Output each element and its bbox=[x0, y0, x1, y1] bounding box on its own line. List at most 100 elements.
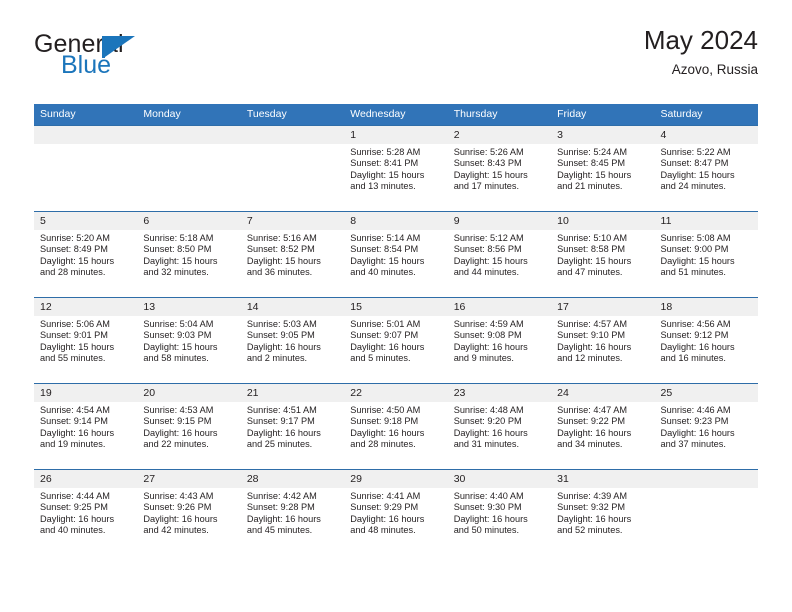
day-detail-line: and 9 minutes. bbox=[453, 353, 514, 364]
calendar-day-cell[interactable]: 17 Sunrise: 4:57 AM Sunset: 9:10 PM Dayligh… bbox=[551, 297, 655, 384]
calendar-day-cell[interactable]: 27 Sunrise: 4:43 AM Sunset: 9:26 PM Dayligh… bbox=[137, 469, 241, 555]
calendar-day-cell[interactable]: 1 Sunrise: 5:28 AM Sunset: 8:41 PM Daylight… bbox=[344, 125, 448, 212]
calendar-day-cell[interactable]: 26 Sunrise: 4:44 AM Sunset: 9:25 PM Dayligh… bbox=[34, 469, 138, 555]
day-number: 10 bbox=[551, 212, 655, 230]
calendar-day-cell[interactable]: 20 Sunrise: 4:53 AM Sunset: 9:15 PM Dayligh… bbox=[137, 383, 241, 470]
day-number: 8 bbox=[344, 212, 448, 230]
weekday-header-sunday: Sunday bbox=[34, 104, 138, 126]
day-detail-line: Sunrise: 4:46 AM bbox=[660, 405, 731, 415]
day-detail-line: Sunrise: 4:53 AM bbox=[143, 405, 214, 415]
day-number: 28 bbox=[240, 470, 345, 488]
calendar-day-cell[interactable]: 29 Sunrise: 4:41 AM Sunset: 9:29 PM Dayligh… bbox=[344, 469, 448, 555]
location-subtitle: Azovo, Russia bbox=[671, 61, 758, 77]
calendar-day-cell[interactable]: 16 Sunrise: 4:59 AM Sunset: 9:08 PM Dayligh… bbox=[447, 297, 552, 384]
day-cell-inner: 4 Sunrise: 5:22 AM Sunset: 8:47 PM Daylight… bbox=[654, 126, 758, 211]
calendar-day-cell[interactable]: 22 Sunrise: 4:50 AM Sunset: 9:18 PM Dayligh… bbox=[344, 383, 448, 470]
page-header: General Blue May 2024 Azovo, Russia bbox=[0, 0, 792, 78]
calendar-day-cell[interactable] bbox=[34, 125, 138, 212]
day-detail-line: Sunrise: 4:56 AM bbox=[660, 319, 731, 329]
calendar-day-cell[interactable]: 9 Sunrise: 5:12 AM Sunset: 8:56 PM Daylight… bbox=[447, 211, 552, 298]
day-detail-line: Daylight: 15 hours bbox=[350, 255, 425, 266]
calendar-day-cell[interactable]: 4 Sunrise: 5:22 AM Sunset: 8:47 PM Daylight… bbox=[654, 125, 758, 212]
calendar-day-cell[interactable]: 15 Sunrise: 5:01 AM Sunset: 9:07 PM Dayligh… bbox=[344, 297, 448, 384]
calendar-day-cell[interactable] bbox=[654, 469, 758, 555]
day-number bbox=[34, 126, 138, 144]
day-detail-line: Daylight: 16 hours bbox=[246, 427, 321, 438]
calendar-day-cell[interactable]: 21 Sunrise: 4:51 AM Sunset: 9:17 PM Dayligh… bbox=[240, 383, 345, 470]
day-detail-line: Sunset: 9:18 PM bbox=[350, 416, 419, 427]
day-cell-inner: 6 Sunrise: 5:18 AM Sunset: 8:50 PM Daylight… bbox=[137, 212, 241, 297]
day-detail-line: Sunrise: 4:42 AM bbox=[246, 491, 317, 501]
day-cell-inner: 24 Sunrise: 4:47 AM Sunset: 9:22 PM Dayligh… bbox=[551, 384, 655, 469]
day-detail-line: Sunset: 8:47 PM bbox=[660, 158, 729, 169]
day-details: Sunrise: 4:46 AM Sunset: 9:23 PM Daylight:… bbox=[655, 402, 758, 451]
day-detail-line: Sunset: 9:15 PM bbox=[143, 416, 212, 427]
calendar-day-cell[interactable]: 3 Sunrise: 5:24 AM Sunset: 8:45 PM Daylight… bbox=[551, 125, 655, 212]
day-detail-line: Sunset: 9:25 PM bbox=[40, 502, 108, 513]
day-detail-line: Daylight: 16 hours bbox=[557, 513, 632, 524]
day-detail-line: Sunrise: 4:44 AM bbox=[40, 491, 110, 501]
day-detail-line: and 47 minutes. bbox=[557, 267, 623, 278]
calendar-day-cell[interactable]: 25 Sunrise: 4:46 AM Sunset: 9:23 PM Dayligh… bbox=[654, 383, 758, 470]
calendar-day-cell[interactable]: 5 Sunrise: 5:20 AM Sunset: 8:49 PM Daylight… bbox=[34, 211, 138, 298]
calendar-day-cell[interactable]: 8 Sunrise: 5:14 AM Sunset: 8:54 PM Daylight… bbox=[344, 211, 448, 298]
day-details: Sunrise: 5:08 AM Sunset: 9:00 PM Daylight:… bbox=[655, 230, 758, 279]
calendar-day-cell[interactable]: 11 Sunrise: 5:08 AM Sunset: 9:00 PM Dayligh… bbox=[654, 211, 758, 298]
day-detail-line: Daylight: 15 hours bbox=[40, 341, 115, 352]
day-detail-line: Sunrise: 5:01 AM bbox=[350, 319, 421, 329]
day-cell-inner: 3 Sunrise: 5:24 AM Sunset: 8:45 PM Daylight… bbox=[551, 126, 655, 211]
day-detail-line: Daylight: 16 hours bbox=[453, 341, 528, 352]
day-number: 19 bbox=[34, 384, 138, 402]
day-cell-inner: 15 Sunrise: 5:01 AM Sunset: 9:07 PM Dayligh… bbox=[344, 298, 448, 383]
calendar-day-cell[interactable]: 7 Sunrise: 5:16 AM Sunset: 8:52 PM Daylight… bbox=[240, 211, 345, 298]
day-detail-line: and 17 minutes. bbox=[453, 181, 520, 192]
day-number: 25 bbox=[654, 384, 758, 402]
calendar-day-cell[interactable]: 19 Sunrise: 4:54 AM Sunset: 9:14 PM Dayligh… bbox=[34, 383, 138, 470]
day-number: 31 bbox=[551, 470, 655, 488]
weekday-header-friday: Friday bbox=[551, 104, 655, 126]
calendar-day-cell[interactable]: 6 Sunrise: 5:18 AM Sunset: 8:50 PM Daylight… bbox=[137, 211, 241, 298]
day-cell-inner: 8 Sunrise: 5:14 AM Sunset: 8:54 PM Daylight… bbox=[344, 212, 448, 297]
day-details: Sunrise: 5:16 AM Sunset: 8:52 PM Daylight:… bbox=[241, 230, 344, 279]
calendar-day-cell[interactable]: 10 Sunrise: 5:10 AM Sunset: 8:58 PM Dayligh… bbox=[551, 211, 655, 298]
calendar-day-cell[interactable]: 13 Sunrise: 5:04 AM Sunset: 9:03 PM Dayligh… bbox=[137, 297, 241, 384]
day-number: 1 bbox=[344, 126, 448, 144]
day-detail-line: Daylight: 16 hours bbox=[660, 341, 735, 352]
calendar-day-cell[interactable]: 2 Sunrise: 5:26 AM Sunset: 8:43 PM Daylight… bbox=[447, 125, 552, 212]
day-details bbox=[137, 144, 240, 147]
day-detail-line: Sunset: 9:10 PM bbox=[557, 330, 626, 341]
day-number: 6 bbox=[137, 212, 241, 230]
calendar-day-cell[interactable]: 18 Sunrise: 4:56 AM Sunset: 9:12 PM Dayligh… bbox=[654, 297, 758, 384]
day-details: Sunrise: 4:59 AM Sunset: 9:08 PM Daylight:… bbox=[448, 316, 551, 365]
day-detail-line: Sunset: 9:26 PM bbox=[143, 502, 212, 513]
day-detail-line: and 50 minutes. bbox=[453, 525, 520, 536]
day-detail-line: Daylight: 16 hours bbox=[246, 513, 321, 524]
day-number: 7 bbox=[240, 212, 345, 230]
day-number: 3 bbox=[551, 126, 655, 144]
day-cell-inner bbox=[34, 126, 138, 211]
calendar-day-cell[interactable]: 31 Sunrise: 4:39 AM Sunset: 9:32 PM Dayligh… bbox=[551, 469, 655, 555]
calendar-day-cell[interactable]: 30 Sunrise: 4:40 AM Sunset: 9:30 PM Dayligh… bbox=[447, 469, 552, 555]
calendar-day-cell[interactable] bbox=[240, 125, 345, 212]
calendar-day-cell[interactable]: 28 Sunrise: 4:42 AM Sunset: 9:28 PM Dayligh… bbox=[240, 469, 345, 555]
calendar-day-cell[interactable] bbox=[137, 125, 241, 212]
calendar-day-cell[interactable]: 23 Sunrise: 4:48 AM Sunset: 9:20 PM Dayligh… bbox=[447, 383, 552, 470]
day-detail-line: Sunset: 9:01 PM bbox=[40, 330, 108, 341]
day-detail-line: and 40 minutes. bbox=[40, 525, 106, 536]
day-detail-line: Daylight: 16 hours bbox=[453, 427, 528, 438]
day-detail-line: and 58 minutes. bbox=[143, 353, 209, 364]
calendar-day-cell[interactable]: 24 Sunrise: 4:47 AM Sunset: 9:22 PM Dayligh… bbox=[551, 383, 655, 470]
day-cell-inner: 20 Sunrise: 4:53 AM Sunset: 9:15 PM Dayligh… bbox=[137, 384, 241, 469]
day-detail-line: Sunrise: 5:03 AM bbox=[246, 319, 317, 329]
day-details: Sunrise: 5:20 AM Sunset: 8:49 PM Daylight:… bbox=[34, 230, 137, 279]
day-detail-line: Sunset: 9:12 PM bbox=[660, 330, 729, 341]
day-detail-line: Daylight: 16 hours bbox=[350, 427, 425, 438]
day-number: 20 bbox=[137, 384, 241, 402]
calendar-week-row: 19 Sunrise: 4:54 AM Sunset: 9:14 PM Dayligh… bbox=[34, 383, 758, 470]
day-detail-line: Sunrise: 4:47 AM bbox=[557, 405, 628, 415]
calendar-day-cell[interactable]: 12 Sunrise: 5:06 AM Sunset: 9:01 PM Dayligh… bbox=[34, 297, 138, 384]
page-title: May 2024 bbox=[643, 25, 758, 55]
day-details bbox=[34, 144, 137, 147]
calendar-day-cell[interactable]: 14 Sunrise: 5:03 AM Sunset: 9:05 PM Dayligh… bbox=[240, 297, 345, 384]
day-cell-inner: 11 Sunrise: 5:08 AM Sunset: 9:00 PM Dayligh… bbox=[654, 212, 758, 297]
